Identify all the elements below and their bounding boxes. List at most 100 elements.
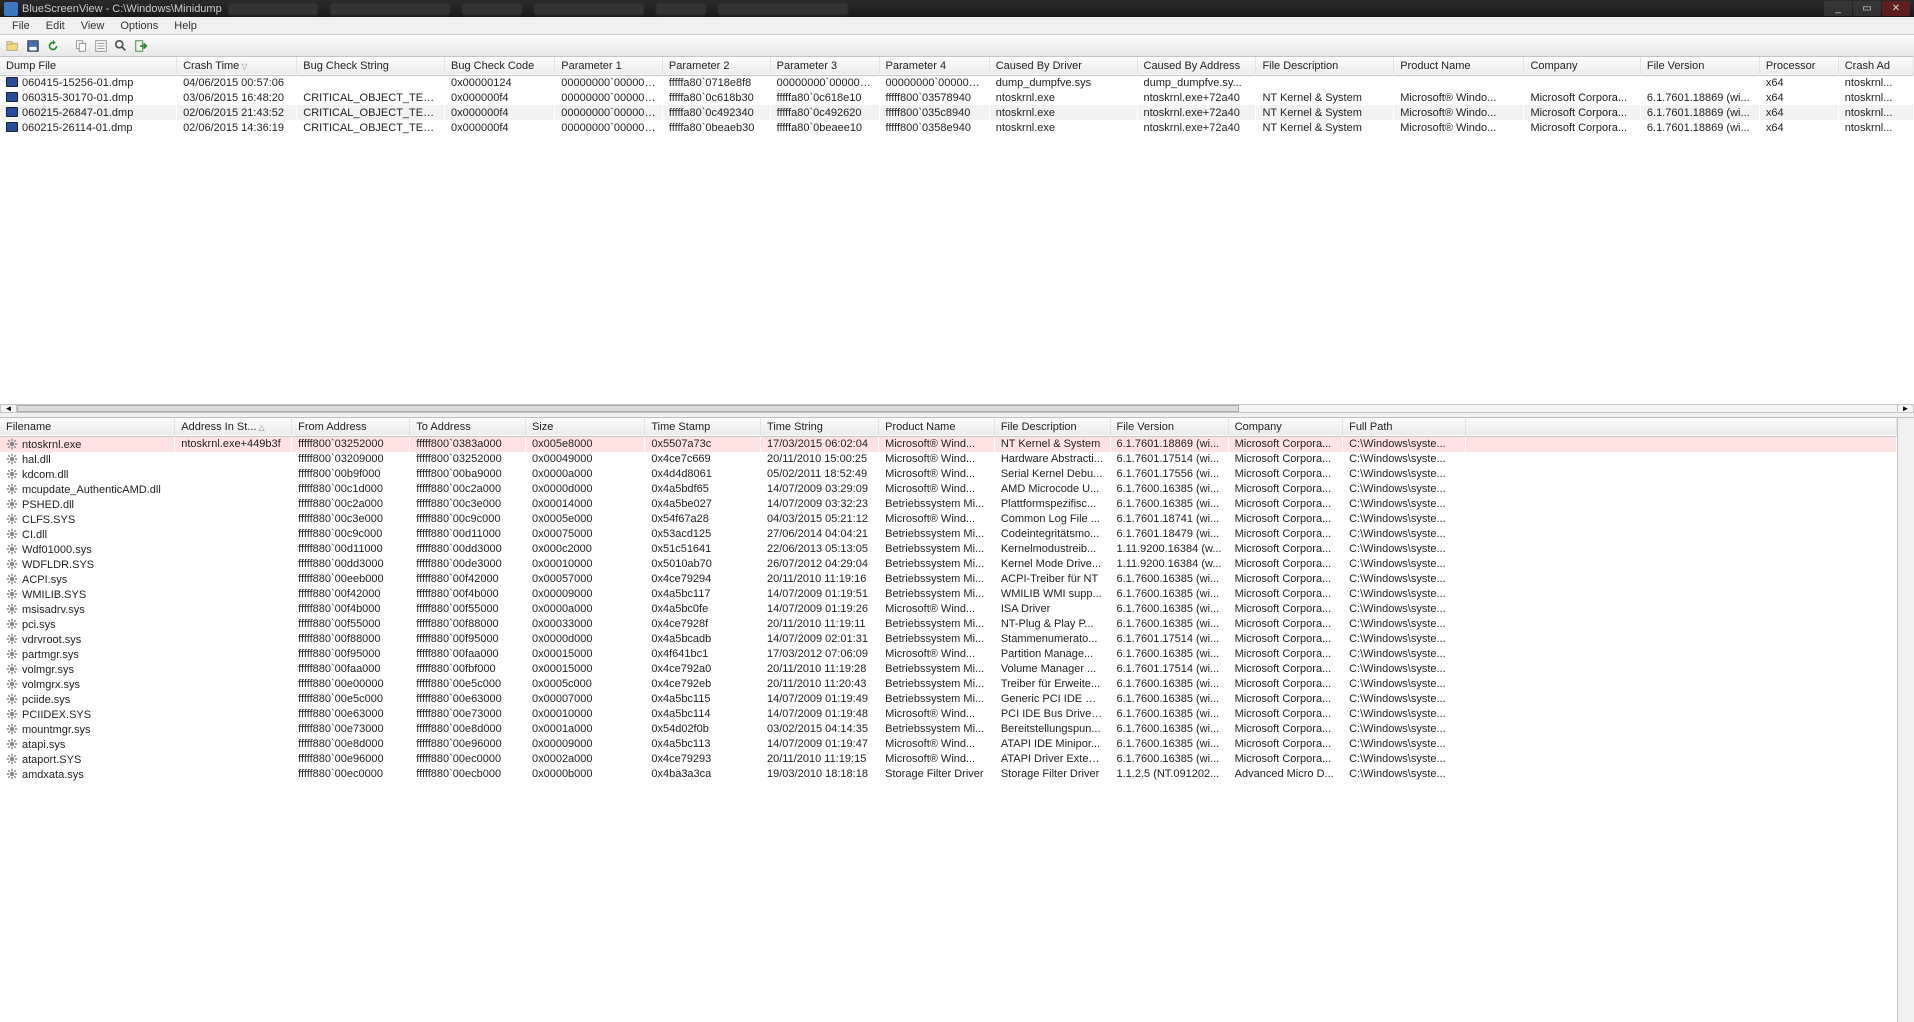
- cell: fffffa80`0c618e10: [770, 90, 879, 105]
- table-row[interactable]: pciide.sysfffff880`00e5c000fffff880`00e6…: [0, 692, 1897, 707]
- table-row[interactable]: volmgrx.sysfffff880`00e00000fffff880`00e…: [0, 677, 1897, 692]
- menu-file[interactable]: File: [4, 20, 38, 32]
- table-row[interactable]: vdrvroot.sysfffff880`00f88000fffff880`00…: [0, 632, 1897, 647]
- column-header[interactable]: Time Stamp: [645, 418, 761, 436]
- column-header[interactable]: Full Path: [1343, 418, 1466, 436]
- find-icon[interactable]: [112, 37, 130, 55]
- exit-icon[interactable]: [132, 37, 150, 55]
- column-header[interactable]: Parameter 4: [879, 57, 989, 75]
- column-header[interactable]: Parameter 1: [555, 57, 663, 75]
- table-row[interactable]: mcupdate_AuthenticAMD.dllfffff880`00c1d0…: [0, 482, 1897, 497]
- table-row[interactable]: PCIIDEX.SYSfffff880`00e63000fffff880`00e…: [0, 707, 1897, 722]
- column-header[interactable]: Parameter 2: [662, 57, 770, 75]
- cell: Betriebssystem Mi...: [879, 632, 995, 647]
- cell: msisadrv.sys: [0, 602, 175, 617]
- maximize-button[interactable]: ▭: [1853, 1, 1881, 16]
- scroll-thumb[interactable]: [17, 405, 1239, 412]
- module-list-pane[interactable]: FilenameAddress In St...△From AddressTo …: [0, 418, 1897, 1022]
- column-header[interactable]: Time String: [761, 418, 879, 436]
- bg-tab: [228, 3, 318, 15]
- cell: C:\Windows\syste...: [1343, 436, 1466, 452]
- open-icon[interactable]: [4, 37, 22, 55]
- column-header[interactable]: Bug Check Code: [445, 57, 555, 75]
- column-header[interactable]: Size: [525, 418, 644, 436]
- refresh-icon[interactable]: [44, 37, 62, 55]
- column-header[interactable]: Product Name: [879, 418, 995, 436]
- cell: C:\Windows\syste...: [1343, 497, 1466, 512]
- copy-icon[interactable]: [72, 37, 90, 55]
- table-row[interactable]: 060315-30170-01.dmp03/06/2015 16:48:20CR…: [0, 90, 1914, 105]
- table-row[interactable]: ataport.SYSfffff880`00e96000fffff880`00e…: [0, 752, 1897, 767]
- table-row[interactable]: 060415-15256-01.dmp04/06/2015 00:57:060x…: [0, 75, 1914, 90]
- table-row[interactable]: volmgr.sysfffff880`00faa000fffff880`00fb…: [0, 662, 1897, 677]
- minimize-button[interactable]: _: [1824, 1, 1852, 16]
- column-header[interactable]: Caused By Address: [1137, 57, 1256, 75]
- bg-tab: [656, 3, 706, 15]
- v-scrollbar[interactable]: [1897, 418, 1914, 1022]
- column-header[interactable]: Filename: [0, 418, 175, 436]
- close-button[interactable]: ✕: [1882, 1, 1910, 16]
- cell: 1.11.9200.16384 (w...: [1110, 557, 1228, 572]
- column-header[interactable]: To Address: [410, 418, 526, 436]
- column-header[interactable]: Crash Ad: [1838, 57, 1913, 75]
- table-row[interactable]: ACPI.sysfffff880`00eeb000fffff880`00f420…: [0, 572, 1897, 587]
- menu-help[interactable]: Help: [166, 20, 205, 32]
- cell: fffff880`00e96000: [410, 737, 526, 752]
- table-row[interactable]: hal.dllfffff800`03209000fffff800`0325200…: [0, 452, 1897, 467]
- cell: fffff880`00e96000: [292, 752, 410, 767]
- table-row[interactable]: 060215-26847-01.dmp02/06/2015 21:43:52CR…: [0, 105, 1914, 120]
- menu-options[interactable]: Options: [112, 20, 166, 32]
- menu-edit[interactable]: Edit: [38, 20, 73, 32]
- column-header[interactable]: Crash Time▽: [177, 57, 297, 75]
- column-header[interactable]: Dump File: [0, 57, 177, 75]
- column-header[interactable]: Address In St...△: [175, 418, 292, 436]
- properties-icon[interactable]: [92, 37, 110, 55]
- column-header[interactable]: From Address: [292, 418, 410, 436]
- table-row[interactable]: mountmgr.sysfffff880`00e73000fffff880`00…: [0, 722, 1897, 737]
- table-row[interactable]: CLFS.SYSfffff880`00c3e000fffff880`00c9c0…: [0, 512, 1897, 527]
- table-row[interactable]: ntoskrnl.exentoskrnl.exe+449b3ffffff800`…: [0, 436, 1897, 452]
- column-header[interactable]: Product Name: [1394, 57, 1524, 75]
- column-header[interactable]: Processor: [1759, 57, 1838, 75]
- module-icon: [6, 468, 18, 480]
- table-row[interactable]: CI.dllfffff880`00c9c000fffff880`00d11000…: [0, 527, 1897, 542]
- table-row[interactable]: partmgr.sysfffff880`00f95000fffff880`00f…: [0, 647, 1897, 662]
- save-icon[interactable]: [24, 37, 42, 55]
- cell: ntoskrnl.exe+72a40: [1137, 105, 1256, 120]
- scroll-track[interactable]: [17, 404, 1897, 413]
- table-row[interactable]: 060215-26114-01.dmp02/06/2015 14:36:19CR…: [0, 120, 1914, 135]
- cell: Betriebssystem Mi...: [879, 692, 995, 707]
- table-row[interactable]: atapi.sysfffff880`00e8d000fffff880`00e96…: [0, 737, 1897, 752]
- column-header[interactable]: Bug Check String: [297, 57, 445, 75]
- cell: pci.sys: [0, 617, 175, 632]
- column-header[interactable]: Parameter 3: [770, 57, 879, 75]
- column-header[interactable]: File Description: [994, 418, 1110, 436]
- h-scrollbar[interactable]: ◄ ►: [0, 404, 1914, 413]
- table-row[interactable]: PSHED.dllfffff880`00c2a000fffff880`00c3e…: [0, 497, 1897, 512]
- cell: C:\Windows\syste...: [1343, 662, 1466, 677]
- column-header[interactable]: Company: [1228, 418, 1342, 436]
- table-row[interactable]: WDFLDR.SYSfffff880`00dd3000fffff880`00de…: [0, 557, 1897, 572]
- table-row[interactable]: msisadrv.sysfffff880`00f4b000fffff880`00…: [0, 602, 1897, 617]
- column-header[interactable]: Company: [1524, 57, 1640, 75]
- scroll-right-icon[interactable]: ►: [1897, 404, 1914, 413]
- dump-list-pane[interactable]: Dump FileCrash Time▽Bug Check StringBug …: [0, 57, 1914, 412]
- table-row[interactable]: pci.sysfffff880`00f55000fffff880`00f8800…: [0, 617, 1897, 632]
- table-row[interactable]: kdcom.dllfffff800`00b9f000fffff800`00ba9…: [0, 467, 1897, 482]
- column-header[interactable]: File Version: [1640, 57, 1759, 75]
- table-row[interactable]: amdxata.sysfffff880`00ec0000fffff880`00e…: [0, 767, 1897, 782]
- cell: fffff880`00c3e000: [410, 497, 526, 512]
- column-header[interactable]: Caused By Driver: [989, 57, 1137, 75]
- column-header[interactable]: File Version: [1110, 418, 1228, 436]
- cell: 04/06/2015 00:57:06: [177, 75, 297, 90]
- cell: C:\Windows\syste...: [1343, 542, 1466, 557]
- scroll-left-icon[interactable]: ◄: [0, 404, 17, 413]
- cell: 00000000`000000...: [555, 75, 663, 90]
- cell: 20/11/2010 11:20:43: [761, 677, 879, 692]
- table-row[interactable]: WMILIB.SYSfffff880`00f42000fffff880`00f4…: [0, 587, 1897, 602]
- menu-view[interactable]: View: [73, 20, 113, 32]
- cell: 0x000000f4: [445, 105, 555, 120]
- table-row[interactable]: Wdf01000.sysfffff880`00d11000fffff880`00…: [0, 542, 1897, 557]
- cell: atapi.sys: [0, 737, 175, 752]
- column-header[interactable]: File Description: [1256, 57, 1394, 75]
